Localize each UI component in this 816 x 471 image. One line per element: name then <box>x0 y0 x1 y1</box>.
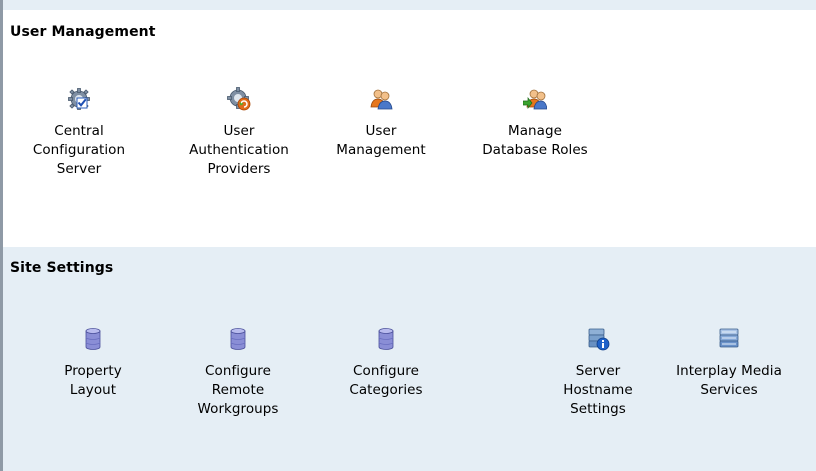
user-management-tile[interactable]: User Management <box>321 87 441 160</box>
manage-database-roles-tile[interactable]: Manage Database Roles <box>467 87 603 160</box>
configure-categories-label: Configure Categories <box>349 363 423 398</box>
user-management-section: User Management Central Configuration Se… <box>3 10 816 247</box>
central-configuration-server-label: Central Configuration Server <box>32 123 126 177</box>
interplay-media-services-tile[interactable]: Interplay Media Services <box>645 327 813 400</box>
configure-remote-workgroups-label: Configure Remote Workgroups <box>197 363 279 417</box>
manage-database-roles-label: Manage Database Roles <box>482 123 588 158</box>
site-settings-section: Site Settings Property Layout Configure … <box>3 247 816 471</box>
central-configuration-server-tile[interactable]: Central Configuration Server <box>3 87 155 179</box>
section-title-user-management: User Management <box>10 24 156 40</box>
interplay-media-services-label: Interplay Media Services <box>676 363 782 398</box>
users-arrow-icon <box>523 89 547 110</box>
server-info-icon <box>588 328 610 351</box>
server-stack-icon <box>719 328 739 348</box>
database-icon <box>230 328 246 350</box>
configure-remote-workgroups-tile[interactable]: Configure Remote Workgroups <box>178 327 298 419</box>
top-strip <box>3 0 816 10</box>
user-management-label: User Management <box>336 123 426 158</box>
property-layout-label: Property Layout <box>64 363 122 398</box>
gear-checkmark-icon <box>68 88 90 110</box>
user-authentication-providers-tile[interactable]: User Authentication Providers <box>171 87 307 179</box>
user-authentication-providers-label: User Authentication Providers <box>189 123 289 177</box>
section-title-site-settings: Site Settings <box>10 260 114 276</box>
gear-refresh-icon <box>227 87 251 111</box>
configure-categories-tile[interactable]: Configure Categories <box>326 327 446 400</box>
server-hostname-settings-tile[interactable]: Server Hostname Settings <box>533 327 663 419</box>
property-layout-tile[interactable]: Property Layout <box>33 327 153 400</box>
users-icon <box>370 89 393 110</box>
database-icon <box>378 328 394 350</box>
server-hostname-settings-label: Server Hostname Settings <box>563 363 633 417</box>
database-icon <box>85 328 101 350</box>
